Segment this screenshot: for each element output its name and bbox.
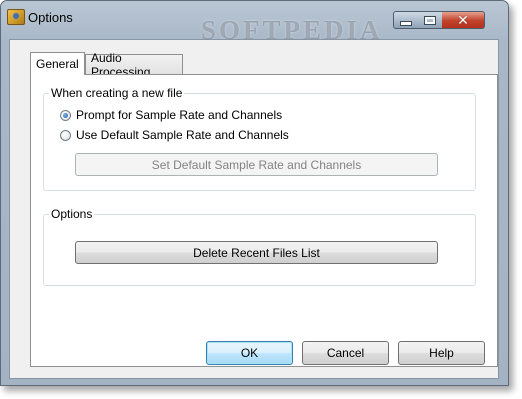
maximize-button[interactable]	[418, 11, 443, 29]
tab-general-label: General	[36, 57, 79, 71]
general-tab-page: When creating a new file Prompt for Samp…	[30, 74, 498, 367]
close-button[interactable]: ✕	[442, 11, 485, 29]
use-default-sample-rate-option[interactable]: Use Default Sample Rate and Channels	[60, 128, 289, 142]
help-button[interactable]: Help	[398, 341, 485, 365]
options-group-legend: Options	[49, 207, 95, 221]
cancel-button[interactable]: Cancel	[302, 341, 389, 365]
minimize-icon	[400, 21, 412, 26]
delete-recent-files-button[interactable]: Delete Recent Files List	[75, 241, 438, 264]
close-icon: ✕	[457, 12, 469, 28]
options-group: Options Delete Recent Files List	[43, 207, 476, 286]
title-bar[interactable]: Options SOFTPEDIA ✕	[1, 1, 508, 45]
app-icon	[7, 9, 25, 25]
tab-audio-processing[interactable]: Audio Processing	[85, 51, 183, 79]
prompt-sample-rate-radio[interactable]	[60, 109, 71, 121]
new-file-group: When creating a new file Prompt for Samp…	[43, 86, 476, 191]
new-file-group-legend: When creating a new file	[49, 86, 185, 100]
prompt-sample-rate-option[interactable]: Prompt for Sample Rate and Channels	[60, 108, 282, 122]
set-default-sample-rate-button[interactable]: Set Default Sample Rate and Channels	[75, 153, 438, 176]
use-default-sample-rate-radio[interactable]	[60, 129, 71, 141]
ok-button[interactable]: OK	[206, 341, 293, 365]
use-default-sample-rate-label: Use Default Sample Rate and Channels	[76, 128, 289, 142]
window-title: Options	[28, 10, 73, 25]
options-window: Options SOFTPEDIA ✕ General Audio Proces…	[0, 0, 509, 386]
maximize-icon	[424, 15, 436, 25]
tab-general[interactable]: General	[30, 52, 85, 75]
minimize-button[interactable]	[393, 11, 419, 29]
prompt-sample-rate-label: Prompt for Sample Rate and Channels	[76, 108, 283, 122]
dialog-client-area: General Audio Processing When creating a…	[9, 39, 499, 379]
